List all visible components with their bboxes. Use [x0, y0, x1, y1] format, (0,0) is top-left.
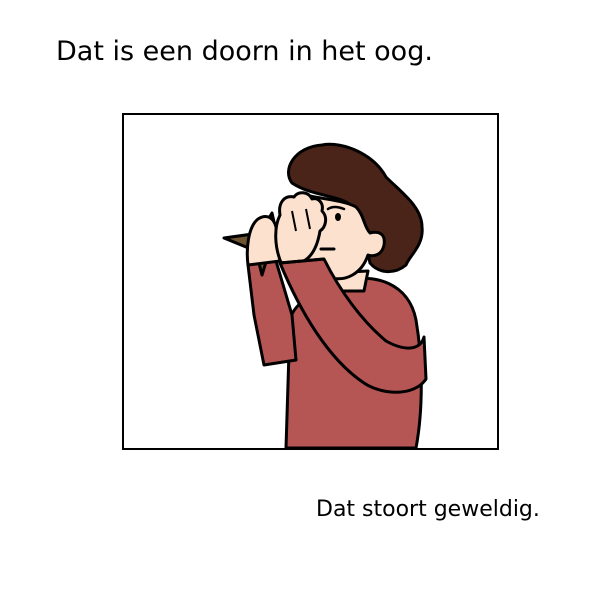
page-title: Dat is een doorn in het oog.	[56, 36, 433, 67]
eye	[335, 213, 341, 221]
caption-text: Dat stoort geweldig.	[316, 497, 540, 522]
illustration-frame	[122, 113, 499, 450]
person-with-thorn-in-eye-illustration	[222, 142, 428, 448]
